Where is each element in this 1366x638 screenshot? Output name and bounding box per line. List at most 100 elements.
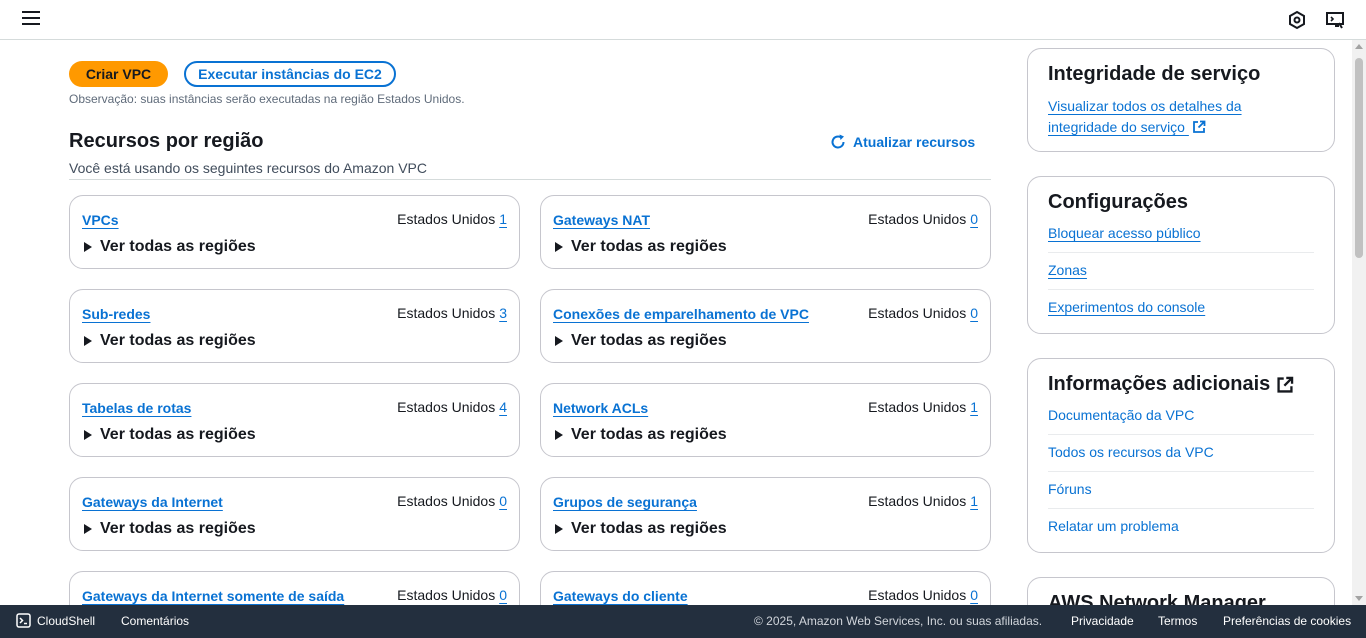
main-content: Criar VPC Executar instâncias do EC2 Obs… [0,40,1352,605]
service-health-link[interactable]: Visualizar todos os detalhes da integrid… [1048,98,1242,135]
feedback-link[interactable]: Comentários [121,614,189,628]
scroll-thumb[interactable] [1355,58,1363,258]
divider [69,179,991,180]
region-label: Estados Unidos [868,211,967,227]
hamburger-menu-icon[interactable] [22,11,40,27]
resource-card: Tabelas de rotas Estados Unidos 4 Ver todas… [69,383,520,457]
view-all-regions-toggle[interactable]: Ver todas as regiões [84,520,256,538]
settings-title: Configurações [1048,191,1189,213]
region-note: Observação: suas instâncias serão execut… [69,92,465,106]
all-vpc-resources-link[interactable]: Todos os recursos da VPC [1048,444,1214,460]
top-navigation [0,0,1366,40]
privacy-link[interactable]: Privacidade [1071,614,1134,628]
resource-count[interactable]: 0 [970,587,978,603]
resource-card: Gateways NAT Estados Unidos 0 Ver todas as … [540,195,991,269]
region-label: Estados Unidos [397,493,496,509]
resource-card: Gateways da Internet Estados Unidos 0 Ver t… [69,477,520,551]
scroll-up-icon[interactable] [1355,44,1363,49]
resource-link[interactable]: Network ACLs [553,400,648,416]
block-public-access-link[interactable]: Bloquear acesso público [1048,225,1201,241]
view-all-regions-label: Ver todas as regiões [571,238,727,255]
run-ec2-instances-button[interactable]: Executar instâncias do EC2 [184,61,396,87]
resource-count[interactable]: 0 [499,493,507,509]
cloudshell-button[interactable]: CloudShell [16,613,95,628]
resource-link[interactable]: Sub-redes [82,306,150,322]
resources-description: Você está usando os seguintes recursos d… [69,160,427,176]
view-all-regions-label: Ver todas as regiões [571,520,727,537]
scroll-down-icon[interactable] [1355,596,1363,601]
caret-right-icon [84,524,92,534]
resource-card: Gateways da Internet somente de saída Est… [69,571,520,605]
refresh-resources-label: Atualizar recursos [853,134,976,150]
resource-region: Estados Unidos 4 [397,399,507,415]
view-all-regions-toggle[interactable]: Ver todas as regiões [555,520,727,538]
view-all-regions-toggle[interactable]: Ver todas as regiões [84,426,256,444]
resource-link[interactable]: Gateways NAT [553,212,650,228]
view-all-regions-toggle[interactable]: Ver todas as regiões [555,426,727,444]
region-label: Estados Unidos [868,305,967,321]
region-label: Estados Unidos [397,305,496,321]
report-problem-link[interactable]: Relatar um problema [1048,518,1179,534]
resource-region: Estados Unidos 3 [397,305,507,321]
view-all-regions-toggle[interactable]: Ver todas as regiões [84,238,256,256]
caret-right-icon [555,242,563,252]
resource-link[interactable]: Gateways do cliente [553,588,688,604]
resource-card: Conexões de emparelhamento de VPC Estados… [540,289,991,363]
caret-right-icon [555,430,563,440]
resource-count[interactable]: 1 [970,493,978,509]
resource-link[interactable]: Grupos de segurança [553,494,697,510]
resource-region: Estados Unidos 0 [397,587,507,603]
caret-right-icon [555,524,563,534]
create-vpc-button[interactable]: Criar VPC [69,61,168,87]
region-label: Estados Unidos [397,211,496,227]
settings-hexagon-icon[interactable] [1287,10,1307,30]
resource-link[interactable]: Conexões de emparelhamento de VPC [553,306,809,322]
refresh-resources-button[interactable]: Atualizar recursos [829,133,975,151]
resource-count[interactable]: 1 [499,211,507,227]
view-all-regions-label: Ver todas as regiões [100,426,256,443]
resource-region: Estados Unidos 0 [868,587,978,603]
view-all-regions-toggle[interactable]: Ver todas as regiões [555,332,727,350]
caret-right-icon [84,430,92,440]
view-all-regions-toggle[interactable]: Ver todas as regiões [555,238,727,256]
resource-count[interactable]: 0 [970,211,978,227]
additional-info-title: Informações adicionais [1048,373,1271,395]
caret-right-icon [84,336,92,346]
caret-right-icon [555,336,563,346]
resource-count[interactable]: 4 [499,399,507,415]
resources-title: Recursos por região [69,130,264,152]
resource-link[interactable]: Tabelas de rotas [82,400,191,416]
console-experiments-link[interactable]: Experimentos do console [1048,299,1205,315]
vpc-documentation-link[interactable]: Documentação da VPC [1048,407,1194,423]
view-all-regions-label: Ver todas as regiões [571,332,727,349]
resource-link[interactable]: Gateways da Internet somente de saída [82,588,344,604]
view-all-regions-toggle[interactable]: Ver todas as regiões [84,332,256,350]
view-all-regions-label: Ver todas as regiões [571,426,727,443]
resource-region: Estados Unidos 0 [397,493,507,509]
external-link-icon [1192,120,1206,133]
forums-link[interactable]: Fóruns [1048,481,1092,497]
resource-count[interactable]: 0 [970,305,978,321]
cookie-preferences-link[interactable]: Preferências de cookies [1223,614,1351,628]
resource-count[interactable]: 1 [970,399,978,415]
resource-region: Estados Unidos 0 [868,305,978,321]
resource-region: Estados Unidos 1 [868,493,978,509]
zones-link[interactable]: Zonas [1048,262,1087,278]
console-footer: CloudShell Comentários © 2025, Amazon We… [0,605,1366,638]
view-all-regions-label: Ver todas as regiões [100,520,256,537]
resource-region: Estados Unidos 0 [868,211,978,227]
region-label: Estados Unidos [397,399,496,415]
resource-count[interactable]: 3 [499,305,507,321]
resource-card: Network ACLs Estados Unidos 1 Ver todas as … [540,383,991,457]
region-label: Estados Unidos [868,587,967,603]
page-scrollbar[interactable] [1352,40,1366,605]
cloudshell-screen-icon[interactable] [1325,10,1345,30]
terms-link[interactable]: Termos [1158,614,1197,628]
resource-link[interactable]: Gateways da Internet [82,494,223,510]
region-label: Estados Unidos [868,399,967,415]
resource-link[interactable]: VPCs [82,212,119,228]
resource-card: Gateways do clienteEstados Unidos0Ver to… [540,571,991,605]
resource-count[interactable]: 0 [499,587,507,603]
copyright-text: © 2025, Amazon Web Services, Inc. ou sua… [754,614,1043,628]
additional-info-header: Informações adicionais [1048,373,1294,396]
